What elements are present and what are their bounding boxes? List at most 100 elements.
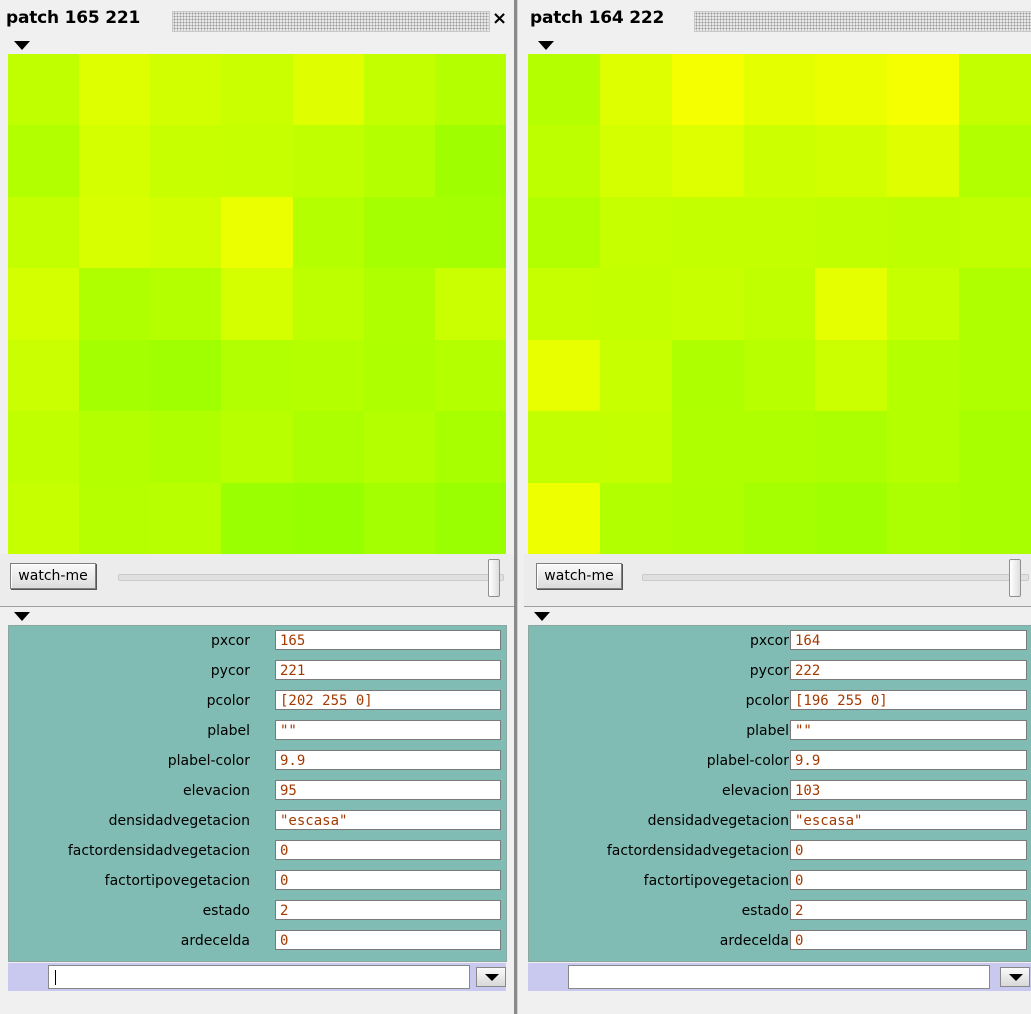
property-value-field[interactable]: 0 (275, 840, 501, 860)
patch-cell[interactable] (887, 196, 960, 269)
title-bar[interactable]: patch 164 222 (524, 0, 1031, 36)
collapse-properties-icon[interactable] (534, 612, 550, 621)
patch-cell[interactable] (363, 54, 435, 126)
patch-cell[interactable] (292, 54, 364, 126)
patch-cell[interactable] (599, 411, 672, 483)
patch-cell[interactable] (292, 268, 364, 340)
patch-cell[interactable] (528, 339, 600, 412)
patch-cell[interactable] (79, 125, 151, 197)
patch-cell[interactable] (434, 268, 506, 340)
patch-cell[interactable] (8, 411, 80, 483)
watch-me-button[interactable]: watch-me (10, 563, 96, 589)
patch-cell[interactable] (743, 482, 816, 554)
property-value-field[interactable]: 222 (790, 660, 1027, 680)
collapse-view-icon[interactable] (538, 41, 554, 50)
patch-cell[interactable] (79, 268, 151, 340)
patch-cell[interactable] (150, 54, 222, 126)
patch-cell[interactable] (671, 411, 744, 483)
patch-cell[interactable] (959, 196, 1031, 269)
property-value-field[interactable]: 9.9 (790, 750, 1027, 770)
property-value-field[interactable]: "" (790, 720, 1027, 740)
patch-cell[interactable] (815, 196, 888, 269)
patch-cell[interactable] (671, 482, 744, 554)
patch-cell[interactable] (292, 482, 364, 554)
property-value-field[interactable]: 9.9 (275, 750, 501, 770)
drag-grip[interactable] (694, 11, 1031, 32)
property-value-field[interactable]: "" (275, 720, 501, 740)
patch-cell[interactable] (292, 125, 364, 197)
patch-cell[interactable] (292, 339, 364, 412)
patch-cell[interactable] (959, 411, 1031, 483)
patch-cell[interactable] (363, 339, 435, 412)
patch-cell[interactable] (8, 196, 80, 269)
patch-cell[interactable] (599, 196, 672, 269)
patch-cell[interactable] (221, 482, 293, 554)
zoom-slider-thumb[interactable] (1009, 559, 1021, 597)
patch-cell[interactable] (434, 196, 506, 269)
patch-cell[interactable] (887, 339, 960, 412)
patch-cell[interactable] (959, 482, 1031, 554)
patch-cell[interactable] (434, 482, 506, 554)
patch-cell[interactable] (887, 125, 960, 197)
zoom-slider[interactable] (642, 574, 1029, 581)
patch-cell[interactable] (743, 268, 816, 340)
property-value-field[interactable]: 0 (790, 870, 1027, 890)
patch-cell[interactable] (150, 125, 222, 197)
patch-cell[interactable] (671, 125, 744, 197)
patch-cell[interactable] (528, 125, 600, 197)
patch-cell[interactable] (528, 482, 600, 554)
patch-cell[interactable] (79, 482, 151, 554)
property-value-field[interactable]: 0 (790, 840, 1027, 860)
patch-cell[interactable] (599, 482, 672, 554)
patch-cell[interactable] (221, 411, 293, 483)
property-value-field[interactable]: "escasa" (790, 810, 1027, 830)
patch-cell[interactable] (434, 411, 506, 483)
patch-cell[interactable] (8, 339, 80, 412)
patch-cell[interactable] (79, 196, 151, 269)
patch-cell[interactable] (79, 339, 151, 412)
patch-cell[interactable] (671, 54, 744, 126)
zoom-slider[interactable] (118, 574, 504, 581)
collapse-view-icon[interactable] (14, 41, 30, 50)
patch-cell[interactable] (221, 196, 293, 269)
property-value-field[interactable]: 0 (275, 930, 501, 950)
patch-cell[interactable] (363, 268, 435, 340)
patch-cell[interactable] (363, 196, 435, 269)
command-input[interactable] (568, 965, 990, 989)
patch-cell[interactable] (150, 482, 222, 554)
patch-cell[interactable] (959, 54, 1031, 126)
title-bar[interactable]: patch 165 221 × (0, 0, 514, 36)
command-history-dropdown[interactable] (1000, 967, 1030, 987)
patch-cell[interactable] (743, 196, 816, 269)
patch-cell[interactable] (528, 54, 600, 126)
patch-cell[interactable] (221, 125, 293, 197)
patch-cell[interactable] (815, 54, 888, 126)
command-history-dropdown[interactable] (476, 967, 506, 987)
patch-cell[interactable] (815, 339, 888, 412)
patch-cell[interactable] (8, 268, 80, 340)
patch-cell[interactable] (221, 339, 293, 412)
patch-cell[interactable] (671, 196, 744, 269)
patch-cell[interactable] (959, 339, 1031, 412)
patch-cell[interactable] (815, 268, 888, 340)
patch-cell[interactable] (528, 196, 600, 269)
patch-cell[interactable] (8, 125, 80, 197)
patch-cell[interactable] (79, 411, 151, 483)
patch-cell[interactable] (959, 125, 1031, 197)
patch-cell[interactable] (671, 339, 744, 412)
patch-cell[interactable] (815, 482, 888, 554)
property-value-field[interactable]: 2 (275, 900, 501, 920)
patch-cell[interactable] (599, 339, 672, 412)
patch-cell[interactable] (150, 196, 222, 269)
patch-cell[interactable] (743, 54, 816, 126)
patch-cell[interactable] (815, 411, 888, 483)
patch-cell[interactable] (671, 268, 744, 340)
patch-cell[interactable] (292, 196, 364, 269)
patch-cell[interactable] (743, 339, 816, 412)
patch-cell[interactable] (599, 125, 672, 197)
zoom-slider-thumb[interactable] (488, 559, 500, 597)
property-value-field[interactable]: "escasa" (275, 810, 501, 830)
property-value-field[interactable]: 0 (275, 870, 501, 890)
patch-cell[interactable] (528, 411, 600, 483)
property-value-field[interactable]: 95 (275, 780, 501, 800)
